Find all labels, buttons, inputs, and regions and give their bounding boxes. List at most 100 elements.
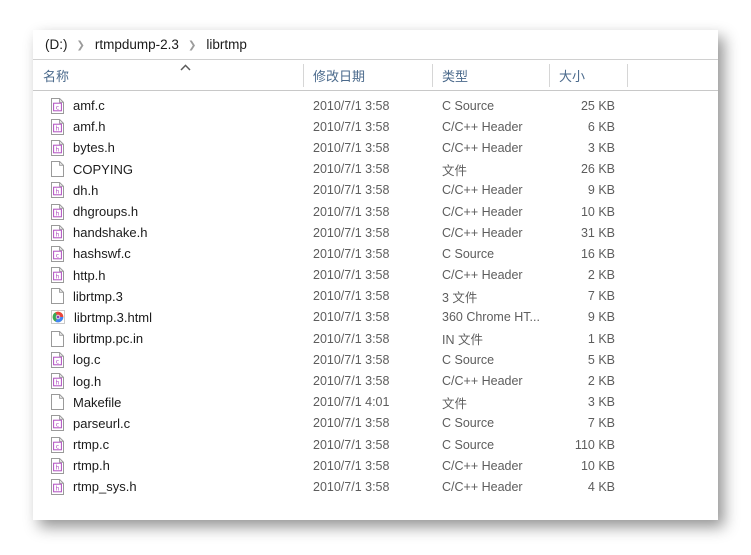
file-type-cell: C/C++ Header bbox=[442, 374, 523, 389]
file-row[interactable]: h handshake.h 2010/7/1 3:58 C/C++ Header 31 … bbox=[33, 222, 718, 243]
column-header-size[interactable]: 大小 bbox=[549, 60, 627, 91]
breadcrumb[interactable]: (D:) ❯ rtmpdump-2.3 ❯ librtmp bbox=[42, 35, 250, 55]
column-header-date-modified[interactable]: 修改日期 bbox=[303, 60, 432, 91]
file-date-modified-cell: 2010/7/1 3:58 bbox=[313, 98, 390, 113]
file-name-cell[interactable]: librtmp.3.html bbox=[33, 310, 303, 325]
file-type-cell: IN 文件 bbox=[442, 333, 483, 348]
svg-text:h: h bbox=[56, 189, 60, 196]
file-row[interactable]: h rtmp.h 2010/7/1 3:58 C/C++ Header 10 KB bbox=[33, 455, 718, 476]
breadcrumb-item[interactable]: librtmp bbox=[203, 35, 250, 55]
file-date-modified-cell: 2010/7/1 3:58 bbox=[313, 140, 390, 155]
column-header-type-label: 类型 bbox=[442, 69, 469, 84]
file-row[interactable]: c hashswf.c 2010/7/1 3:58 C Source 16 KB bbox=[33, 243, 718, 264]
file-row[interactable]: h http.h 2010/7/1 3:58 C/C++ Header 2 KB bbox=[33, 265, 718, 286]
file-date-modified-cell: 2010/7/1 3:58 bbox=[313, 225, 390, 240]
file-date-modified-cell: 2010/7/1 3:58 bbox=[313, 183, 390, 198]
file-name-cell[interactable]: librtmp.3 bbox=[33, 288, 303, 305]
address-bar[interactable]: (D:) ❯ rtmpdump-2.3 ❯ librtmp bbox=[33, 30, 718, 60]
file-name-label: COPYING bbox=[73, 161, 133, 177]
file-size-cell: 7 KB bbox=[587, 416, 615, 431]
svg-text:h: h bbox=[56, 146, 60, 153]
column-header-size-label: 大小 bbox=[559, 69, 586, 84]
breadcrumb-separator-icon: ❯ bbox=[76, 40, 85, 51]
file-name-cell[interactable]: c amf.c bbox=[33, 97, 303, 114]
file-name-cell[interactable]: librtmp.pc.in bbox=[33, 330, 303, 347]
file-row[interactable]: Makefile 2010/7/1 4:01 文件 3 KB bbox=[33, 392, 718, 413]
file-size-cell: 9 KB bbox=[587, 310, 615, 325]
file-row[interactable]: h dhgroups.h 2010/7/1 3:58 C/C++ Header 10 K… bbox=[33, 201, 718, 222]
file-row[interactable]: librtmp.3.html 2010/7/1 3:58 360 Chrome HT… bbox=[33, 307, 718, 328]
file-name-cell[interactable]: c parseurl.c bbox=[33, 415, 303, 432]
file-type-cell: C/C++ Header bbox=[442, 268, 523, 283]
file-size-cell: 10 KB bbox=[580, 458, 615, 473]
file-name-label: Makefile bbox=[73, 394, 122, 410]
file-row[interactable]: c log.c 2010/7/1 3:58 C Source 5 KB bbox=[33, 349, 718, 370]
file-name-cell[interactable]: h handshake.h bbox=[33, 224, 303, 241]
file-row[interactable]: COPYING 2010/7/1 3:58 文件 26 KB bbox=[33, 159, 718, 180]
file-size-cell: 4 KB bbox=[587, 479, 615, 494]
file-row[interactable]: h dh.h 2010/7/1 3:58 C/C++ Header 9 KB bbox=[33, 180, 718, 201]
file-name-label: parseurl.c bbox=[73, 415, 131, 431]
h-header-file-icon: h bbox=[51, 478, 64, 495]
file-date-modified-cell: 2010/7/1 3:58 bbox=[313, 352, 390, 367]
file-name-label: rtmp_sys.h bbox=[73, 479, 137, 495]
file-name-label: amf.h bbox=[73, 119, 106, 135]
file-date-modified-cell: 2010/7/1 3:58 bbox=[313, 479, 390, 494]
file-date-modified-cell: 2010/7/1 3:58 bbox=[313, 119, 390, 134]
file-row[interactable]: c parseurl.c 2010/7/1 3:58 C Source 7 KB bbox=[33, 413, 718, 434]
file-row[interactable]: c amf.c 2010/7/1 3:58 C Source 25 KB bbox=[33, 95, 718, 116]
file-type-cell: 文件 bbox=[442, 163, 468, 178]
file-name-label: http.h bbox=[73, 267, 106, 283]
file-row[interactable]: librtmp.3 2010/7/1 3:58 3 文件 7 KB bbox=[33, 286, 718, 307]
file-name-label: librtmp.3.html bbox=[74, 309, 153, 325]
file-name-cell[interactable]: h dh.h bbox=[33, 182, 303, 199]
file-date-modified-cell: 2010/7/1 3:58 bbox=[313, 162, 390, 177]
file-date-modified-cell: 2010/7/1 3:58 bbox=[313, 310, 390, 325]
file-name-label: rtmp.c bbox=[73, 437, 110, 453]
file-row[interactable]: h bytes.h 2010/7/1 3:58 C/C++ Header 3 KB bbox=[33, 137, 718, 158]
breadcrumb-item[interactable]: (D:) bbox=[42, 35, 71, 55]
file-name-label: librtmp.3 bbox=[73, 288, 123, 304]
file-name-cell[interactable]: c rtmp.c bbox=[33, 436, 303, 453]
file-name-cell[interactable]: h log.h bbox=[33, 373, 303, 390]
file-name-cell[interactable]: h http.h bbox=[33, 267, 303, 284]
file-name-cell[interactable]: c log.c bbox=[33, 351, 303, 368]
file-type-cell: C Source bbox=[442, 352, 495, 367]
column-header-row: 名称 修改日期 类型 大小 bbox=[33, 60, 718, 91]
file-size-cell: 9 KB bbox=[587, 183, 615, 198]
file-size-cell: 5 KB bbox=[587, 352, 615, 367]
svg-text:c: c bbox=[56, 252, 60, 259]
file-size-cell: 1 KB bbox=[587, 331, 615, 346]
column-header-name[interactable]: 名称 bbox=[33, 60, 303, 91]
svg-text:h: h bbox=[56, 464, 60, 471]
svg-text:c: c bbox=[56, 443, 60, 450]
file-type-cell: C/C++ Header bbox=[442, 183, 523, 198]
file-name-cell[interactable]: COPYING bbox=[33, 161, 303, 178]
file-name-cell[interactable]: c hashswf.c bbox=[33, 245, 303, 262]
file-list[interactable]: c amf.c 2010/7/1 3:58 C Source 25 KB h amf.h 20… bbox=[33, 91, 718, 498]
file-row[interactable]: h rtmp_sys.h 2010/7/1 3:58 C/C++ Header 4 KB bbox=[33, 476, 718, 497]
file-name-cell[interactable]: h bytes.h bbox=[33, 139, 303, 156]
file-row[interactable]: h log.h 2010/7/1 3:58 C/C++ Header 2 KB bbox=[33, 370, 718, 391]
column-header-spacer[interactable] bbox=[627, 60, 718, 91]
file-row[interactable]: c rtmp.c 2010/7/1 3:58 C Source 110 KB bbox=[33, 434, 718, 455]
column-header-type[interactable]: 类型 bbox=[432, 60, 549, 91]
svg-text:h: h bbox=[56, 273, 60, 280]
breadcrumb-item[interactable]: rtmpdump-2.3 bbox=[92, 35, 182, 55]
file-name-cell[interactable]: h rtmp_sys.h bbox=[33, 478, 303, 495]
file-date-modified-cell: 2010/7/1 3:58 bbox=[313, 374, 390, 389]
file-name-cell[interactable]: h amf.h bbox=[33, 118, 303, 135]
c-source-file-icon: c bbox=[51, 415, 64, 432]
file-name-cell[interactable]: Makefile bbox=[33, 394, 303, 411]
file-row[interactable]: h amf.h 2010/7/1 3:58 C/C++ Header 6 KB bbox=[33, 116, 718, 137]
c-source-file-icon: c bbox=[51, 97, 64, 114]
file-name-label: dhgroups.h bbox=[73, 204, 139, 220]
file-size-cell: 26 KB bbox=[580, 162, 615, 177]
file-name-cell[interactable]: h dhgroups.h bbox=[33, 203, 303, 220]
h-header-file-icon: h bbox=[51, 267, 64, 284]
file-type-cell: 3 文件 bbox=[442, 290, 478, 305]
file-name-label: log.c bbox=[73, 352, 101, 368]
file-name-cell[interactable]: h rtmp.h bbox=[33, 457, 303, 474]
file-row[interactable]: librtmp.pc.in 2010/7/1 3:58 IN 文件 1 KB bbox=[33, 328, 718, 349]
blank-file-icon bbox=[51, 161, 64, 178]
